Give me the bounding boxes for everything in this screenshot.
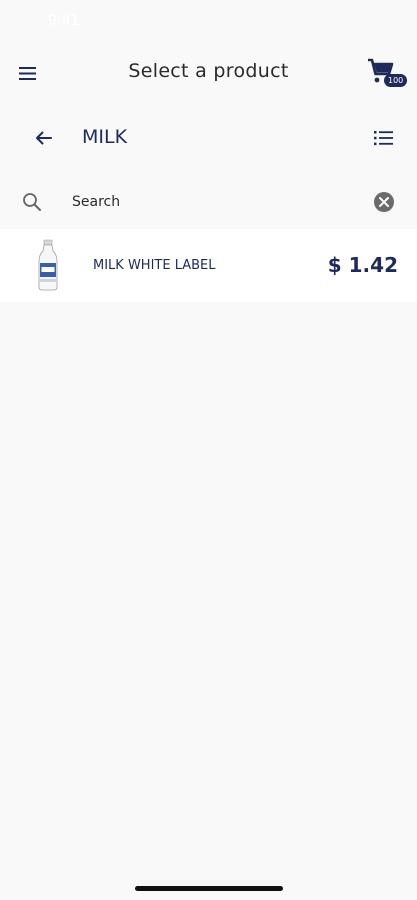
cart-count-badge: 100: [384, 74, 408, 87]
status-bar: 9:41: [0, 0, 417, 44]
home-indicator: [135, 886, 283, 891]
product-list: MILK WHITE LABEL $ 1.42: [0, 229, 417, 302]
search-input[interactable]: [72, 188, 362, 216]
category-bar: MILK: [0, 112, 417, 164]
product-selection-screen: 9:41 Select a product 100 MILK Search MI…: [0, 0, 417, 900]
search-bar: [0, 182, 417, 222]
category-title: MILK: [82, 126, 128, 148]
milk-bottle-icon: [38, 239, 58, 291]
list-view-icon: [374, 131, 393, 146]
cart-button[interactable]: 100: [366, 56, 408, 94]
app-header: Select a product 100: [0, 44, 417, 102]
arrow-left-icon: [36, 131, 52, 145]
clear-circle-icon: [374, 192, 394, 212]
clear-search-button[interactable]: [372, 190, 396, 214]
product-name: MILK WHITE LABEL: [93, 258, 216, 273]
product-row[interactable]: MILK WHITE LABEL $ 1.42: [0, 229, 417, 302]
back-button[interactable]: [30, 124, 58, 152]
page-title: Select a product: [128, 60, 289, 82]
list-view-button[interactable]: [370, 124, 398, 152]
search-icon: [23, 193, 41, 211]
status-time: 9:41: [48, 13, 80, 29]
product-price: $ 1.42: [327, 253, 398, 277]
